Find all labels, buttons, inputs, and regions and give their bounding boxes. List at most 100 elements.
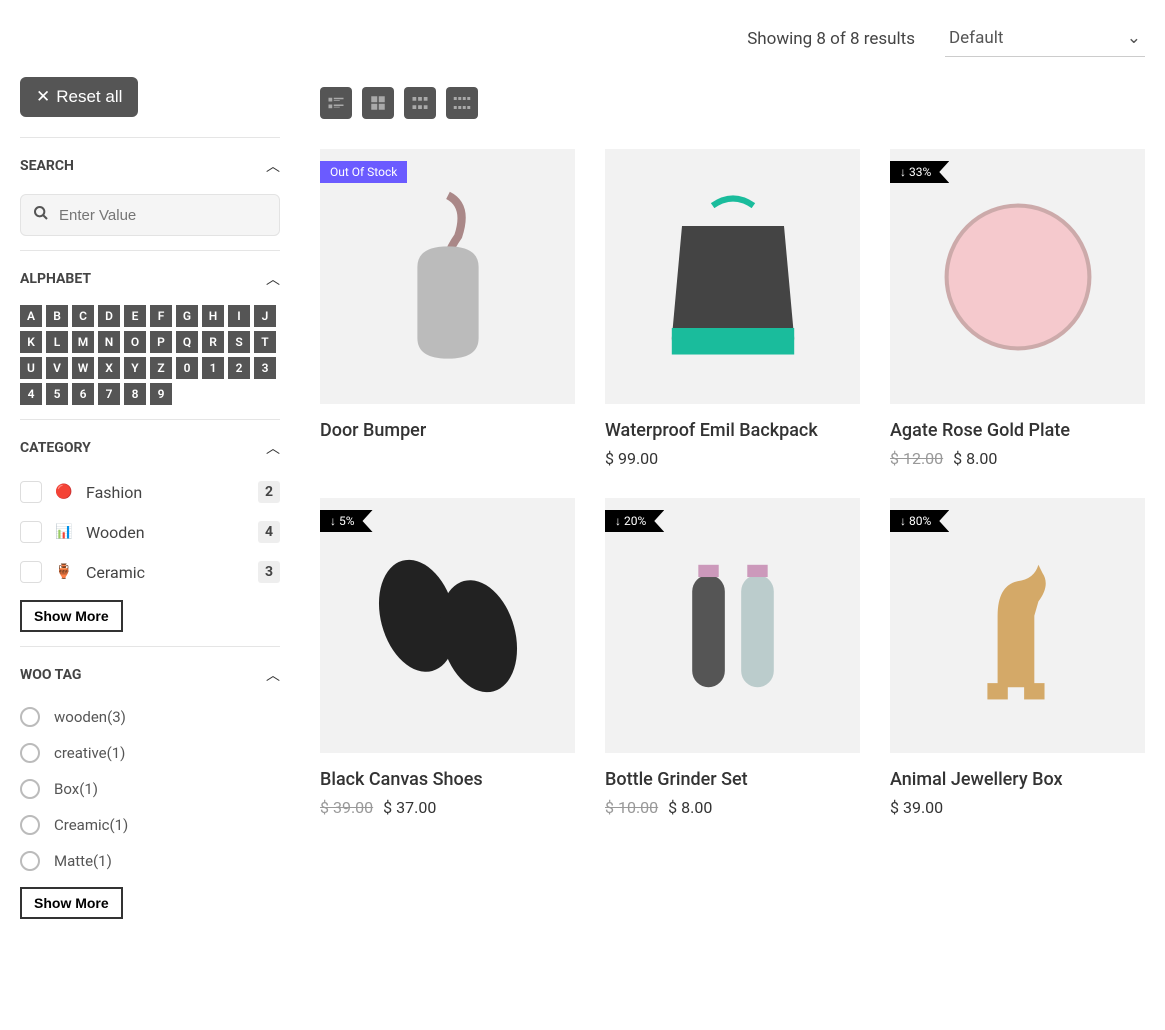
alphabet-section-header[interactable]: ALPHABET ︿ — [20, 269, 280, 289]
alphabet-filter-7[interactable]: 7 — [98, 383, 120, 405]
product-thumbnail[interactable] — [605, 149, 860, 404]
category-checkbox[interactable] — [20, 561, 42, 583]
product-old-price: $ 39.00 — [320, 798, 373, 817]
product-badge: Out Of Stock — [320, 161, 407, 183]
close-icon: ✕ — [36, 87, 50, 107]
view-list-button[interactable] — [320, 87, 352, 119]
product-price: $ 8.00 — [953, 449, 997, 468]
product-card[interactable]: ↓ 20%Bottle Grinder Set$ 10.00$ 8.00 — [605, 498, 860, 817]
alphabet-filter-5[interactable]: 5 — [46, 383, 68, 405]
tag-label[interactable]: wooden(3) — [54, 708, 126, 726]
product-price: $ 37.00 — [383, 798, 436, 817]
chevron-down-icon: ⌄ — [1127, 28, 1141, 48]
tag-label[interactable]: Box(1) — [54, 780, 98, 798]
alphabet-filter-R[interactable]: R — [202, 331, 224, 353]
alphabet-filter-M[interactable]: M — [72, 331, 94, 353]
tag-radio[interactable] — [20, 779, 40, 799]
alphabet-filter-S[interactable]: S — [228, 331, 250, 353]
product-thumbnail[interactable]: ↓ 5% — [320, 498, 575, 753]
alphabet-filter-Q[interactable]: Q — [176, 331, 198, 353]
tag-label[interactable]: Creamic(1) — [54, 816, 128, 834]
alphabet-filter-L[interactable]: L — [46, 331, 68, 353]
product-old-price: $ 10.00 — [605, 798, 658, 817]
alphabet-filter-T[interactable]: T — [254, 331, 276, 353]
alphabet-filter-W[interactable]: W — [72, 357, 94, 379]
product-thumbnail[interactable]: ↓ 33% — [890, 149, 1145, 404]
alphabet-filter-I[interactable]: I — [228, 305, 250, 327]
tag-radio[interactable] — [20, 815, 40, 835]
product-title[interactable]: Animal Jewellery Box — [890, 769, 1145, 790]
product-card[interactable]: Out Of Stock Door Bumper — [320, 149, 575, 468]
chevron-up-icon: ︿ — [266, 665, 280, 685]
alphabet-filter-0[interactable]: 0 — [176, 357, 198, 379]
reset-label: Reset all — [56, 87, 122, 107]
alphabet-filter-9[interactable]: 9 — [150, 383, 172, 405]
alphabet-filter-E[interactable]: E — [124, 305, 146, 327]
search-section-title: SEARCH — [20, 158, 74, 174]
product-card[interactable]: ↓ 80% Animal Jewellery Box $ 39.00 — [890, 498, 1145, 817]
alphabet-filter-V[interactable]: V — [46, 357, 68, 379]
alphabet-filter-B[interactable]: B — [46, 305, 68, 327]
wootag-show-more-button[interactable]: Show More — [20, 887, 123, 919]
category-section-header[interactable]: CATEGORY ︿ — [20, 438, 280, 458]
view-grid3-button[interactable] — [404, 87, 436, 119]
tag-radio[interactable] — [20, 707, 40, 727]
product-thumbnail[interactable]: Out Of Stock — [320, 149, 575, 404]
alphabet-filter-A[interactable]: A — [20, 305, 42, 327]
chevron-up-icon: ︿ — [266, 438, 280, 458]
product-title[interactable]: Waterproof Emil Backpack — [605, 420, 860, 441]
category-checkbox[interactable] — [20, 481, 42, 503]
product-badge: ↓ 80% — [890, 510, 949, 532]
sort-select[interactable]: Default ⌄ — [945, 20, 1145, 57]
tag-label[interactable]: Matte(1) — [54, 852, 112, 870]
alphabet-filter-K[interactable]: K — [20, 331, 42, 353]
product-price: $ 39.00 — [890, 798, 943, 817]
wootag-section-header[interactable]: WOO TAG ︿ — [20, 665, 280, 685]
alphabet-filter-Y[interactable]: Y — [124, 357, 146, 379]
product-thumbnail[interactable]: ↓ 20% — [605, 498, 860, 753]
alphabet-filter-G[interactable]: G — [176, 305, 198, 327]
tag-radio[interactable] — [20, 743, 40, 763]
alphabet-filter-3[interactable]: 3 — [254, 357, 276, 379]
alphabet-filter-2[interactable]: 2 — [228, 357, 250, 379]
alphabet-filter-D[interactable]: D — [98, 305, 120, 327]
chevron-up-icon: ︿ — [266, 269, 280, 289]
category-label[interactable]: Wooden — [86, 523, 248, 542]
product-card[interactable]: ↓ 33%Agate Rose Gold Plate$ 12.00$ 8.00 — [890, 149, 1145, 468]
category-count: 4 — [258, 521, 280, 543]
category-icon: 🏺 — [52, 560, 76, 584]
alphabet-filter-J[interactable]: J — [254, 305, 276, 327]
search-section-header[interactable]: SEARCH ︿ — [20, 156, 280, 176]
view-grid4-button[interactable] — [446, 87, 478, 119]
product-card[interactable]: Waterproof Emil Backpack$ 99.00 — [605, 149, 860, 468]
alphabet-filter-H[interactable]: H — [202, 305, 224, 327]
product-thumbnail[interactable]: ↓ 80% — [890, 498, 1145, 753]
search-input[interactable] — [59, 207, 267, 224]
category-count: 3 — [258, 561, 280, 583]
alphabet-filter-8[interactable]: 8 — [124, 383, 146, 405]
alphabet-filter-P[interactable]: P — [150, 331, 172, 353]
alphabet-filter-1[interactable]: 1 — [202, 357, 224, 379]
alphabet-filter-6[interactable]: 6 — [72, 383, 94, 405]
category-checkbox[interactable] — [20, 521, 42, 543]
category-label[interactable]: Fashion — [86, 483, 248, 502]
alphabet-filter-4[interactable]: 4 — [20, 383, 42, 405]
alphabet-filter-N[interactable]: N — [98, 331, 120, 353]
category-show-more-button[interactable]: Show More — [20, 600, 123, 632]
product-title[interactable]: Agate Rose Gold Plate — [890, 420, 1145, 441]
reset-all-button[interactable]: ✕ Reset all — [20, 77, 138, 117]
product-title[interactable]: Bottle Grinder Set — [605, 769, 860, 790]
alphabet-filter-U[interactable]: U — [20, 357, 42, 379]
alphabet-filter-X[interactable]: X — [98, 357, 120, 379]
product-title[interactable]: Black Canvas Shoes — [320, 769, 575, 790]
alphabet-filter-C[interactable]: C — [72, 305, 94, 327]
category-label[interactable]: Ceramic — [86, 563, 248, 582]
alphabet-filter-Z[interactable]: Z — [150, 357, 172, 379]
tag-radio[interactable] — [20, 851, 40, 871]
product-card[interactable]: ↓ 5% Black Canvas Shoes $ 39.00 $ 37.00 — [320, 498, 575, 817]
tag-label[interactable]: creative(1) — [54, 744, 125, 762]
alphabet-filter-F[interactable]: F — [150, 305, 172, 327]
product-title[interactable]: Door Bumper — [320, 420, 575, 441]
view-grid2-button[interactable] — [362, 87, 394, 119]
alphabet-filter-O[interactable]: O — [124, 331, 146, 353]
